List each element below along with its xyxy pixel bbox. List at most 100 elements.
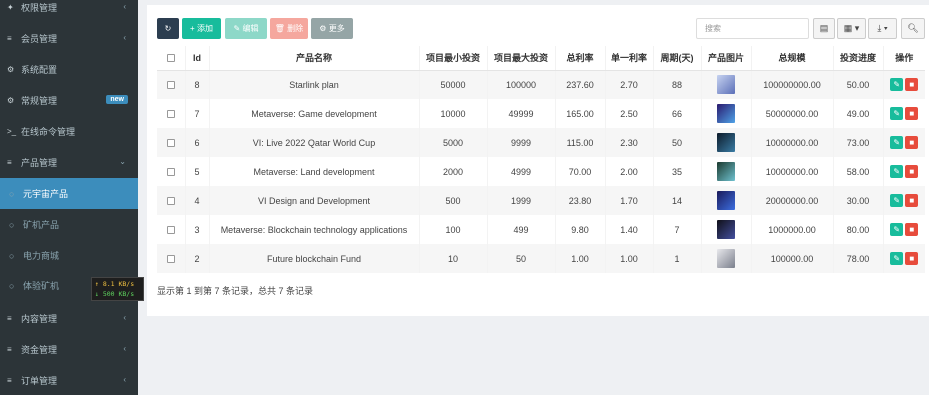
select-all-checkbox-cell[interactable] — [157, 46, 185, 71]
toggle-view-button[interactable]: ▤ — [813, 18, 835, 39]
row-edit-button[interactable]: ✎ — [890, 165, 904, 178]
search-input[interactable]: 搜索 — [696, 18, 809, 39]
row-checkbox[interactable] — [166, 139, 175, 148]
table-row[interactable]: 3 Metaverse: Blockchain technology applic… — [157, 215, 925, 244]
cell-id: 2 — [184, 244, 209, 273]
sidebar-item-label: 资金管理 — [21, 345, 58, 355]
list-icon: ≡ — [7, 158, 12, 167]
row-checkbox[interactable] — [166, 81, 175, 90]
product-thumbnail[interactable] — [717, 249, 735, 268]
product-thumbnail[interactable] — [717, 133, 735, 152]
row-checkbox[interactable] — [166, 255, 175, 264]
row-delete-button[interactable]: ■ — [905, 107, 919, 120]
row-delete-button[interactable]: ■ — [905, 136, 919, 149]
cell-max: 100000 — [486, 70, 555, 99]
row-edit-button[interactable]: ✎ — [890, 252, 904, 265]
table-row[interactable]: 2 Future blockchain Fund 10 50 1.00 1.00 1 1000… — [157, 244, 925, 273]
row-checkbox-cell[interactable] — [157, 215, 185, 244]
row-delete-button[interactable]: ■ — [905, 223, 919, 236]
row-checkbox-cell[interactable] — [157, 99, 185, 128]
trash-icon: ■ — [909, 138, 915, 147]
column-header: 总利率 — [554, 46, 605, 71]
column-header: 操作 — [882, 46, 925, 71]
sidebar-item-power-mall[interactable]: ○ 电力商城 — [0, 240, 138, 271]
cell-scale: 1000000.00 — [750, 215, 833, 244]
sidebar-item-orders[interactable]: ≡ 订单管理 ‹ — [0, 365, 138, 395]
row-edit-button[interactable]: ✎ — [890, 136, 904, 149]
table-row[interactable]: 8 Starlink plan 50000 100000 237.60 2.70 88 100… — [157, 70, 925, 99]
trash-icon: ■ — [909, 254, 915, 263]
row-checkbox-cell[interactable] — [157, 128, 185, 157]
cell-scale: 100000.00 — [750, 244, 833, 273]
list-icon: ≡ — [7, 314, 12, 323]
add-button[interactable]: + 添加 — [182, 18, 221, 39]
table-row[interactable]: 5 Metaverse: Land development 2000 4999 70.0… — [157, 157, 925, 186]
row-edit-button[interactable]: ✎ — [890, 194, 904, 207]
row-edit-button[interactable]: ✎ — [890, 107, 904, 120]
card-view-icon: ▤ — [819, 23, 829, 33]
product-thumbnail[interactable] — [717, 162, 735, 181]
row-checkbox-cell[interactable] — [157, 244, 185, 273]
row-checkbox[interactable] — [166, 110, 175, 119]
row-delete-button[interactable]: ■ — [905, 252, 919, 265]
columns-button[interactable]: ▦ ▾ — [837, 18, 866, 39]
refresh-button[interactable]: ↻ — [157, 18, 179, 39]
sidebar-item-funds[interactable]: ≡ 资金管理 ‹ — [0, 334, 138, 365]
column-header: 项目最大投资 — [486, 46, 555, 71]
search-button[interactable]: 🔍︎ — [901, 18, 925, 39]
sidebar-item-metaverse-products[interactable]: ○ 元宇宙产品 — [0, 178, 138, 209]
cell-id: 5 — [184, 157, 209, 186]
sidebar-item-content[interactable]: ≡ 内容管理 ‹ — [0, 303, 138, 334]
sidebar-item-permissions[interactable]: ✦ 权限管理 ‹ — [0, 0, 138, 23]
product-thumbnail[interactable] — [717, 191, 735, 210]
row-checkbox[interactable] — [166, 226, 175, 235]
edit-button[interactable]: ✎ 编辑 — [225, 18, 267, 39]
cell-min: 5000 — [418, 128, 487, 157]
cell-name: VI Design and Development — [208, 186, 419, 215]
trash-icon: ■ — [909, 225, 915, 234]
row-edit-button[interactable]: ✎ — [890, 78, 904, 92]
sidebar-item-general[interactable]: ⚙ 常规管理 new — [0, 85, 138, 116]
list-icon: ≡ — [7, 34, 12, 43]
table-row[interactable]: 7 Metaverse: Game development 10000 49999 16… — [157, 99, 925, 128]
row-delete-button[interactable]: ■ — [905, 78, 919, 92]
row-delete-button[interactable]: ■ — [905, 165, 919, 178]
trash-icon: ■ — [909, 167, 915, 176]
row-edit-button[interactable]: ✎ — [890, 223, 904, 236]
row-checkbox-cell[interactable] — [157, 70, 185, 99]
sidebar-item-products[interactable]: ≡ 产品管理 ⌄ — [0, 147, 138, 178]
product-thumbnail[interactable] — [717, 220, 735, 239]
select-all-checkbox[interactable] — [166, 54, 175, 63]
row-checkbox-cell[interactable] — [157, 157, 185, 186]
sidebar-item-system-config[interactable]: ⚙ 系统配置 — [0, 54, 138, 85]
cell-actions: ✎ ■ — [882, 128, 925, 157]
row-delete-button[interactable]: ■ — [905, 194, 919, 207]
cell-single-rate: 2.00 — [604, 157, 653, 186]
pencil-icon: ✎ — [893, 109, 901, 118]
sidebar-item-label: 常规管理 — [21, 96, 58, 106]
product-thumbnail[interactable] — [717, 75, 735, 95]
table-row[interactable]: 6 VI: Live 2022 Qatar World Cup 5000 9999 11… — [157, 128, 925, 157]
sidebar-item-mining-products[interactable]: ○ 矿机产品 — [0, 209, 138, 240]
cell-scale: 100000000.00 — [750, 70, 833, 99]
cell-cycle: 50 — [652, 128, 701, 157]
sidebar-item-online-commands[interactable]: >_ 在线命令管理 — [0, 116, 138, 147]
row-checkbox[interactable] — [166, 168, 175, 177]
delete-button[interactable]: 🗑 删除 — [270, 18, 308, 39]
row-checkbox-cell[interactable] — [157, 186, 185, 215]
row-checkbox[interactable] — [166, 197, 175, 206]
column-header: 项目最小投资 — [418, 46, 487, 71]
cell-actions: ✎ ■ — [882, 244, 925, 273]
upload-speed: ↑ 8.1 KB/s — [95, 280, 135, 288]
cell-image — [700, 70, 751, 99]
export-button[interactable]: ⤓ ▾ — [868, 18, 897, 39]
more-button[interactable]: ⚙ 更多 — [311, 18, 353, 39]
column-header: 产品图片 — [700, 46, 751, 71]
sidebar-item-members[interactable]: ≡ 会员管理 ‹ — [0, 23, 138, 54]
cell-actions: ✎ ■ — [882, 99, 925, 128]
product-thumbnail[interactable] — [717, 104, 735, 123]
cell-name: VI: Live 2022 Qatar World Cup — [208, 128, 419, 157]
cell-image — [700, 215, 751, 244]
table-row[interactable]: 4 VI Design and Development 500 1999 23.80 1.… — [157, 186, 925, 215]
pencil-icon: ✎ — [893, 138, 901, 147]
